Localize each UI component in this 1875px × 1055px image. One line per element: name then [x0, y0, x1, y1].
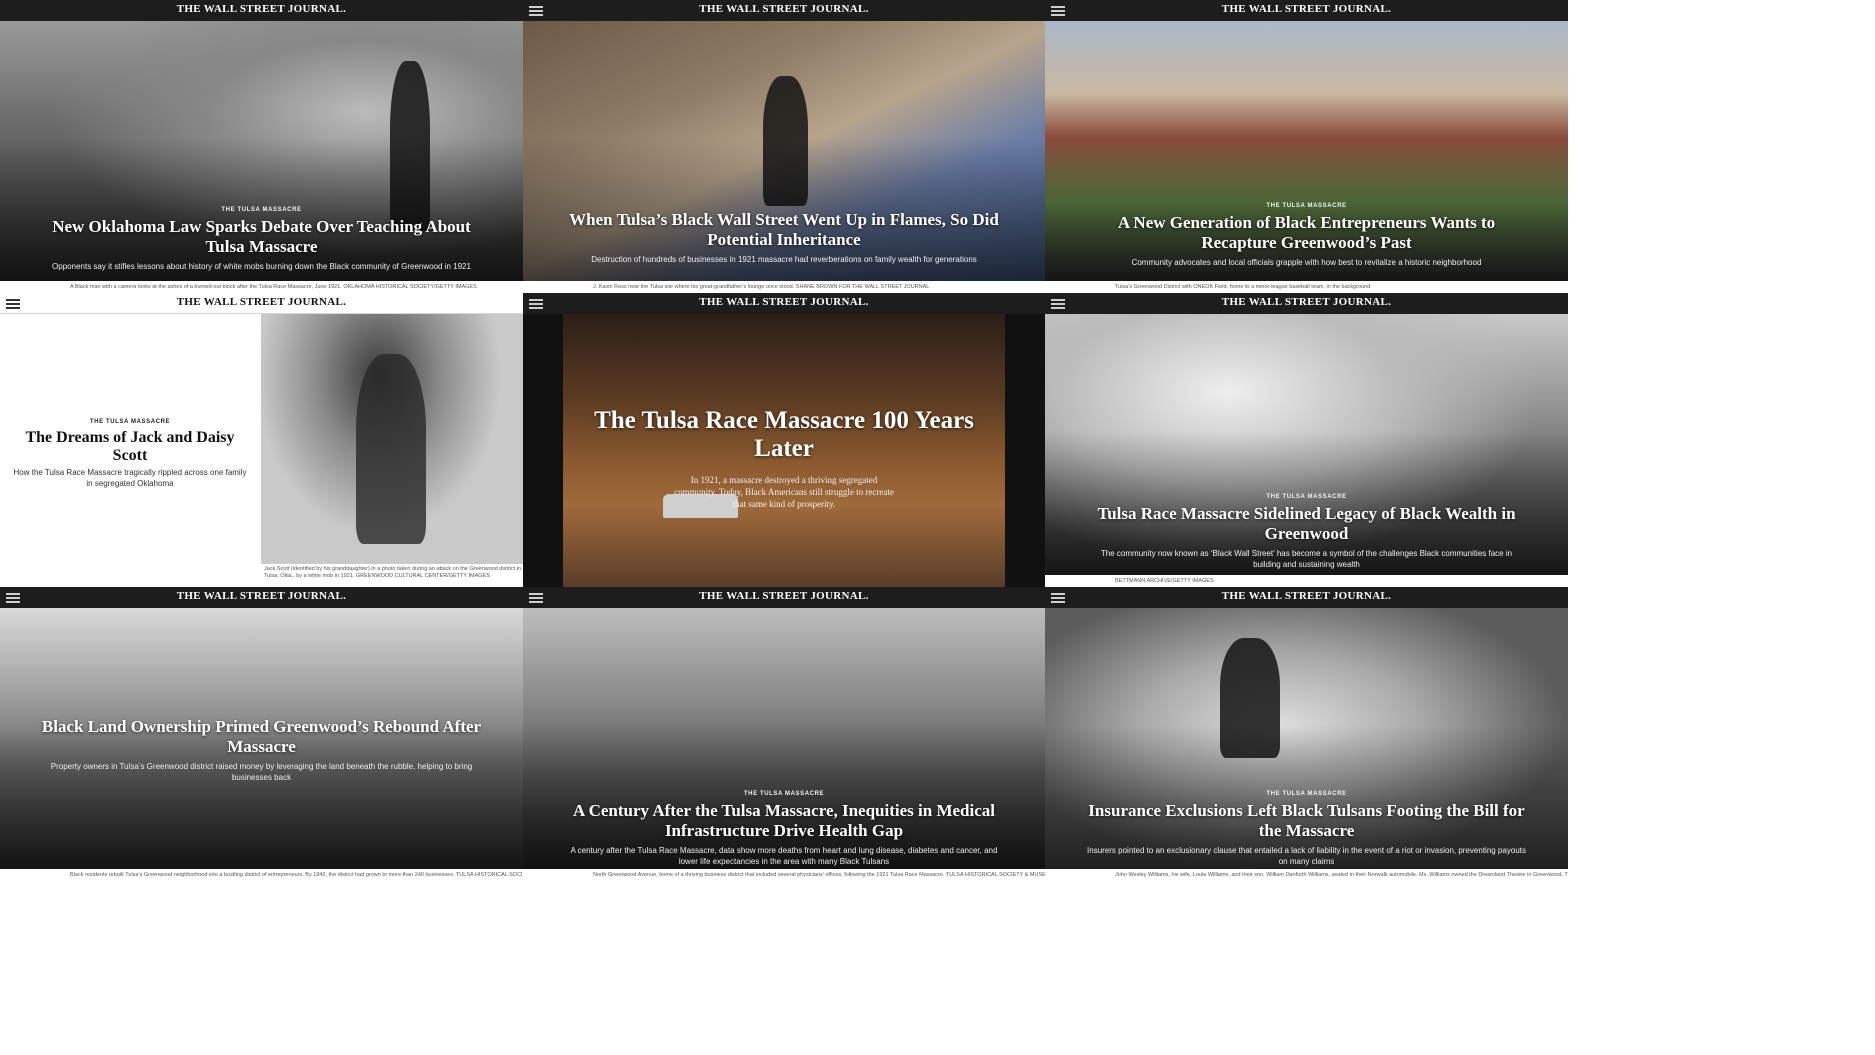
story-text[interactable]: THE TULSA MASSACRE A Century After the T…: [565, 791, 1004, 868]
story-kicker: THE TULSA MASSACRE: [1266, 203, 1347, 209]
story-headline[interactable]: A New Generation of Black Entrepreneurs …: [1087, 213, 1526, 252]
story-headline[interactable]: Tulsa Race Massacre Sidelined Legacy of …: [1087, 504, 1526, 543]
story-card-inheritance[interactable]: THE WALL STREET JOURNAL. When Tulsa’s Bl…: [523, 0, 1045, 293]
wsj-masthead[interactable]: THE WALL STREET JOURNAL.: [1045, 590, 1568, 602]
wsj-header: THE WALL STREET JOURNAL.: [0, 0, 523, 21]
story-dek: Community advocates and local officials …: [1131, 258, 1482, 268]
wsj-story-grid: THE WALL STREET JOURNAL. THE TULSA MASSA…: [0, 0, 1875, 1055]
wsj-header: THE WALL STREET JOURNAL.: [523, 293, 1045, 314]
photo-credit: John Wesley Williams, his wife, Loula Wi…: [1045, 869, 1568, 881]
story-card-sidelined-wealth[interactable]: THE WALL STREET JOURNAL. THE TULSA MASSA…: [1045, 293, 1568, 587]
story-text[interactable]: Black Land Ownership Primed Greenwood’s …: [42, 713, 481, 784]
story-text[interactable]: The Tulsa Race Massacre 100 Years Later …: [583, 403, 985, 510]
wsj-masthead[interactable]: THE WALL STREET JOURNAL.: [0, 3, 523, 15]
photo-credit: Tulsa’s Greenwood District with ONEOK Fi…: [1045, 281, 1568, 293]
story-kicker: THE TULSA MASSACRE: [743, 791, 825, 797]
story-text[interactable]: THE TULSA MASSACRE New Oklahoma Law Spar…: [42, 207, 481, 273]
hero-image: THE TULSA MASSACRE A New Generation of B…: [1045, 21, 1568, 281]
hero-image: When Tulsa’s Black Wall Street Went Up i…: [523, 21, 1045, 281]
wsj-header: THE WALL STREET JOURNAL.: [0, 587, 523, 608]
story-card-oklahoma-law[interactable]: THE WALL STREET JOURNAL. THE TULSA MASSA…: [0, 0, 523, 293]
story-dek: A century after the Tulsa Race Massacre,…: [570, 846, 998, 866]
wsj-masthead[interactable]: THE WALL STREET JOURNAL.: [523, 3, 1045, 15]
hero-image: THE TULSA MASSACRE Tulsa Race Massacre S…: [1045, 314, 1568, 575]
wsj-masthead[interactable]: THE WALL STREET JOURNAL.: [523, 590, 1045, 602]
story-card-100-years[interactable]: THE WALL STREET JOURNAL. The Tulsa Race …: [523, 293, 1045, 587]
story-kicker: THE TULSA MASSACRE: [221, 207, 302, 213]
hero-image: THE TULSA MASSACRE Insurance Exclusions …: [1045, 608, 1568, 869]
wsj-masthead[interactable]: THE WALL STREET JOURNAL.: [1045, 296, 1568, 308]
story-card-insurance[interactable]: THE WALL STREET JOURNAL. THE TULSA MASSA…: [1045, 587, 1568, 881]
photo-credit: A Black man with a camera looks at the a…: [0, 281, 523, 293]
wsj-masthead[interactable]: THE WALL STREET JOURNAL.: [523, 296, 1045, 308]
story-kicker: THE TULSA MASSACRE: [89, 419, 171, 425]
story-headline[interactable]: New Oklahoma Law Sparks Debate Over Teac…: [42, 217, 481, 256]
story-card-scott-family[interactable]: THE WALL STREET JOURNAL. THE TULSA MASSA…: [0, 293, 523, 587]
story-dek: In 1921, a massacre destroyed a thriving…: [674, 475, 894, 510]
story-text[interactable]: THE TULSA MASSACRE Tulsa Race Massacre S…: [1087, 494, 1526, 571]
story-headline[interactable]: The Tulsa Race Massacre 100 Years Later: [583, 407, 985, 462]
story-text[interactable]: THE TULSA MASSACRE Insurance Exclusions …: [1087, 791, 1526, 868]
photo-credit: J. Kavin Ross near the Tulsa site where …: [523, 281, 1045, 293]
story-kicker: THE TULSA MASSACRE: [1266, 494, 1347, 500]
hero-image: THE TULSA MASSACRE A Century After the T…: [523, 608, 1045, 869]
story-card-health-gap[interactable]: THE WALL STREET JOURNAL. THE TULSA MASSA…: [523, 587, 1045, 881]
wsj-header: THE WALL STREET JOURNAL.: [1045, 0, 1568, 21]
story-text[interactable]: When Tulsa’s Black Wall Street Went Up i…: [565, 206, 1004, 266]
wsj-header: THE WALL STREET JOURNAL.: [523, 0, 1045, 21]
hero-image: [261, 314, 523, 564]
wsj-header: THE WALL STREET JOURNAL.: [1045, 293, 1568, 314]
photo-credit: Jack Scott (identified by his granddaugh…: [264, 566, 522, 580]
story-dek: The community now known as ‘Black Wall S…: [1100, 549, 1513, 569]
hero-image: Black Land Ownership Primed Greenwood’s …: [0, 608, 523, 869]
story-headline[interactable]: When Tulsa’s Black Wall Street Went Up i…: [565, 210, 1004, 249]
wsj-masthead[interactable]: THE WALL STREET JOURNAL.: [0, 296, 523, 308]
story-kicker: THE TULSA MASSACRE: [1266, 791, 1347, 797]
story-headline[interactable]: Black Land Ownership Primed Greenwood’s …: [42, 717, 481, 756]
photo-credit: North Greenwood Avenue, home of a thrivi…: [523, 869, 1045, 881]
story-dek: Destruction of hundreds of businesses in…: [591, 255, 977, 265]
story-dek: Property owners in Tulsa’s Greenwood dis…: [50, 762, 473, 782]
story-text[interactable]: THE TULSA MASSACRE A New Generation of B…: [1087, 203, 1526, 269]
wsj-masthead[interactable]: THE WALL STREET JOURNAL.: [0, 590, 523, 602]
photo-credit: Black residents rebuilt Tulsa’s Greenwoo…: [0, 869, 523, 881]
photo-figure: [356, 354, 426, 544]
story-text[interactable]: THE TULSA MASSACRE The Dreams of Jack an…: [10, 419, 250, 490]
story-headline[interactable]: The Dreams of Jack and Daisy Scott: [10, 429, 250, 465]
story-dek: How the Tulsa Race Massacre tragically r…: [13, 468, 247, 488]
story-card-land-ownership[interactable]: THE WALL STREET JOURNAL. Black Land Owne…: [0, 587, 523, 881]
wsj-header: THE WALL STREET JOURNAL.: [1045, 587, 1568, 608]
wsj-header: THE WALL STREET JOURNAL.: [523, 587, 1045, 608]
hero-image: THE TULSA MASSACRE New Oklahoma Law Spar…: [0, 21, 523, 281]
wsj-header: THE WALL STREET JOURNAL.: [0, 293, 523, 314]
story-headline[interactable]: Insurance Exclusions Left Black Tulsans …: [1087, 801, 1526, 840]
wsj-masthead[interactable]: THE WALL STREET JOURNAL.: [1045, 3, 1568, 15]
story-dek: Insurers pointed to an exclusionary clau…: [1087, 846, 1526, 866]
story-card-entrepreneurs[interactable]: THE WALL STREET JOURNAL. THE TULSA MASSA…: [1045, 0, 1568, 293]
photo-credit: BETTMANN ARCHIVE/GETTY IMAGES: [1045, 575, 1568, 587]
story-dek: Opponents say it stifles lessons about h…: [52, 262, 471, 272]
story-headline[interactable]: A Century After the Tulsa Massacre, Ineq…: [565, 801, 1004, 840]
